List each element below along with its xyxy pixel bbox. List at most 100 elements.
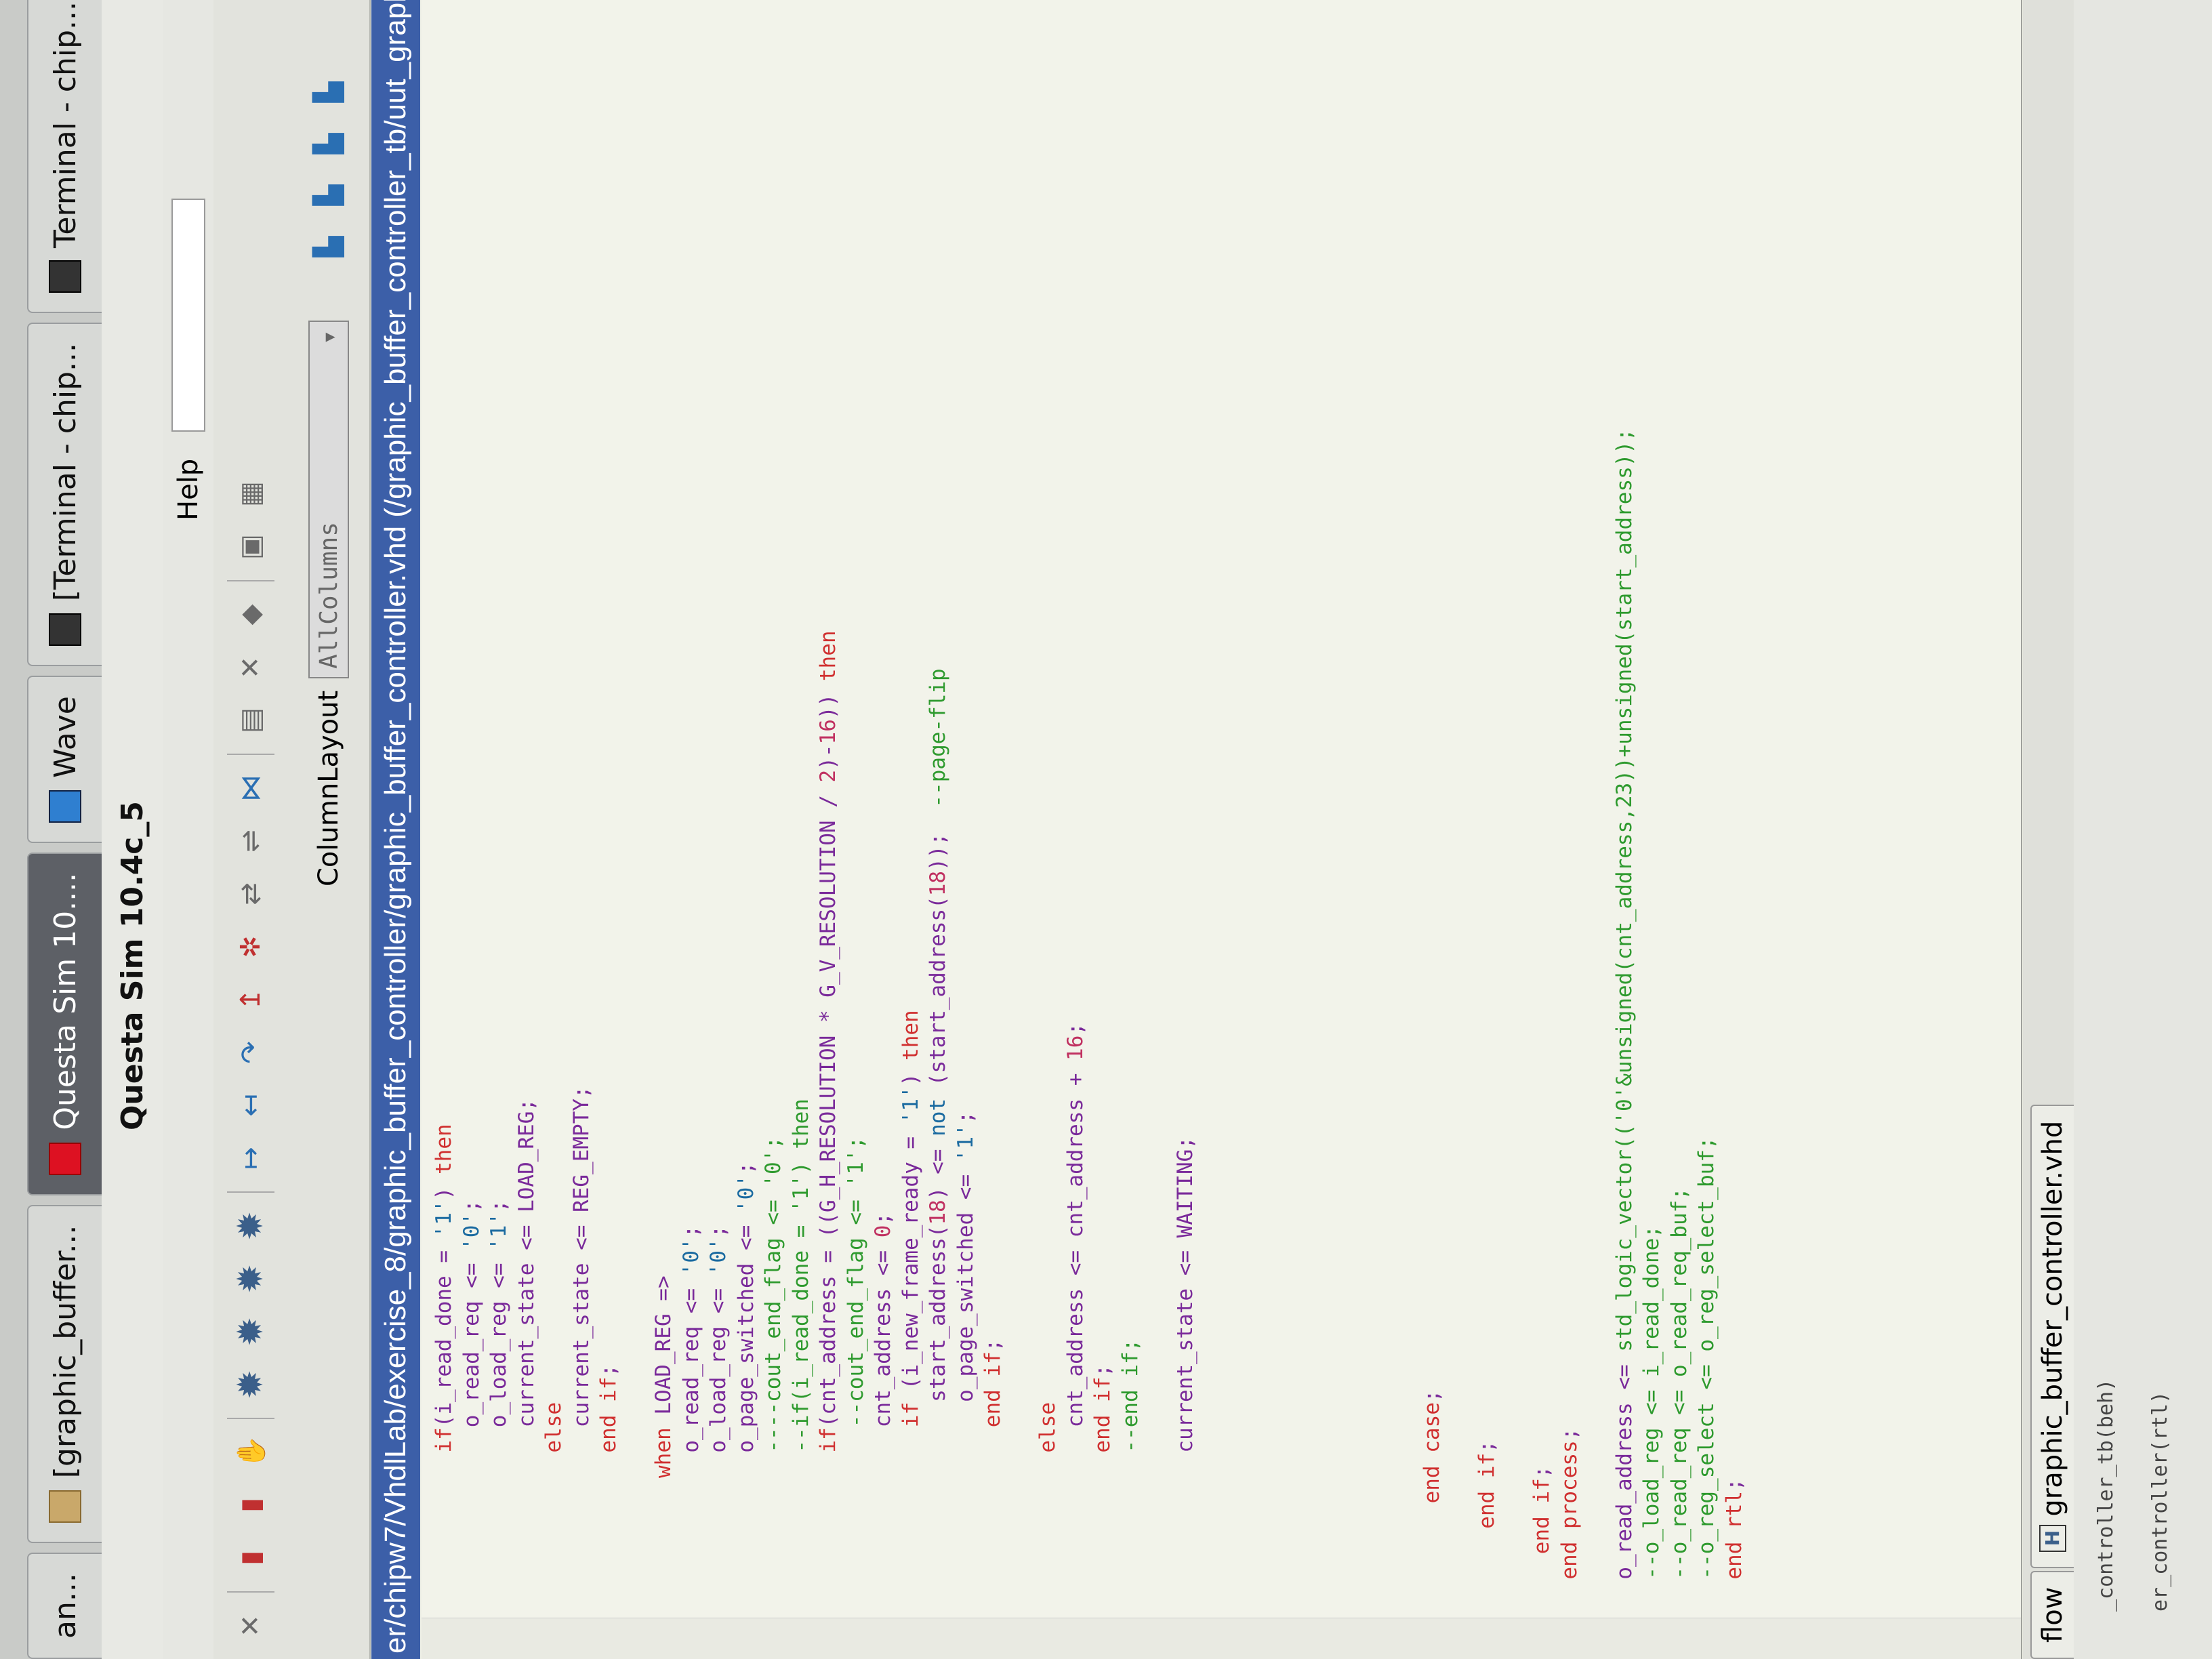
task-item-1[interactable]: [graphic_buffer... xyxy=(27,1204,102,1544)
gear-icon[interactable]: ✹ xyxy=(230,1365,271,1404)
gear-icon[interactable]: ✹ xyxy=(230,1206,271,1246)
code-token: end rtl xyxy=(1721,1490,1746,1580)
code-line: cnt_address <= cnt_address + 16; xyxy=(1063,1023,1088,1427)
grid-icon[interactable]: ▦ xyxy=(231,474,270,514)
code-line: end if; xyxy=(1529,1466,1555,1555)
code-token: o_load_reg <= xyxy=(706,1275,731,1453)
task-item-4[interactable]: [Terminal - chip... xyxy=(27,323,102,667)
code-token: end if xyxy=(1530,1478,1554,1555)
edit-icon[interactable]: ▤ xyxy=(231,701,270,740)
tab-bar: flow H graphic_buffer_controller.vhd xyxy=(2023,0,2074,1659)
code-token: end if xyxy=(1475,1452,1499,1529)
code-token: current_state <= REG_EMPTY; xyxy=(569,1086,594,1428)
code-token: 18 xyxy=(926,870,950,897)
code-token: then xyxy=(432,1124,456,1174)
code-line: if(i_read_done = '1') then xyxy=(431,1124,457,1452)
code-token: '0' xyxy=(706,1237,731,1276)
wave-add-icon[interactable]: ▙ xyxy=(309,176,348,215)
tab-label: graphic_buffer_controller.vhd xyxy=(2037,1120,2068,1517)
zoom-in-icon[interactable]: ⇌ xyxy=(231,821,270,861)
code-line: --cout_end_flag <= '1'; xyxy=(843,1136,869,1427)
gear-icon[interactable]: ✹ xyxy=(230,1259,271,1298)
task-item-3[interactable]: Wave xyxy=(27,676,102,843)
structure-pane: _controller_tb(beh) er_controller(rtl) xyxy=(2074,0,2212,1659)
menu-help[interactable]: Help xyxy=(173,459,204,520)
code-token: current_state <= WAITING; xyxy=(1172,1136,1197,1453)
rotated-screen: an... [graphic_buffer... Questa Sim 10..… xyxy=(0,0,2212,1659)
wave-add-icon[interactable]: ▙ xyxy=(309,227,348,266)
code-token: LOAD_REG => xyxy=(651,1275,676,1428)
gear-icon[interactable]: ✹ xyxy=(230,1312,271,1351)
list-item[interactable]: er_controller(rtl) xyxy=(2148,1391,2172,1612)
code-token: when xyxy=(651,1427,676,1478)
code-token: '1' xyxy=(432,1200,456,1238)
code-token: end process xyxy=(1557,1440,1582,1580)
code-token: ; xyxy=(981,1338,1005,1352)
collapse-icon[interactable]: ⋈ xyxy=(231,769,270,808)
code-token: current_state <= LOAD_REG; xyxy=(514,1098,539,1428)
code-token: '1' xyxy=(898,1086,923,1124)
wave-add-icon[interactable]: ▙ xyxy=(309,124,348,163)
zoom-icon[interactable]: ⇄ xyxy=(231,874,270,914)
code-token: )- xyxy=(816,744,840,770)
code-token: cnt_address <= cnt_address + xyxy=(1063,1060,1088,1428)
wave-add-icon[interactable]: ▙ xyxy=(309,73,348,112)
task-item-0[interactable]: an... xyxy=(27,1553,102,1659)
step-back-icon[interactable]: ↤ xyxy=(231,1086,270,1125)
step-icon[interactable]: ↦ xyxy=(231,1139,270,1178)
code-token: o_load_reg <= xyxy=(487,1250,511,1428)
code-line: end case; xyxy=(1419,1389,1445,1503)
code-token: end case xyxy=(1420,1402,1444,1504)
source-editor[interactable]: if(i_read_done = '1') then o_read_req <= … xyxy=(422,0,2022,1659)
code-token: (start_address( xyxy=(926,896,950,1099)
vhdl-file-icon: H xyxy=(2039,1524,2066,1552)
code-token: ) xyxy=(432,1174,456,1200)
code-token: start_address( xyxy=(926,1225,950,1402)
close-icon[interactable]: ✕ xyxy=(231,1606,270,1645)
list-item[interactable]: _controller_tb(beh) xyxy=(2094,1379,2118,1612)
task-item-2[interactable]: Questa Sim 10.... xyxy=(27,852,102,1195)
questa-icon xyxy=(49,1142,81,1175)
code-token: (i_read_done = xyxy=(432,1237,456,1428)
wave-icon xyxy=(49,790,81,823)
code-token: ; xyxy=(871,1212,895,1225)
step-out-icon[interactable]: ↥ xyxy=(231,980,270,1019)
tab-label: flow xyxy=(2037,1586,2068,1643)
terminal-icon xyxy=(49,613,81,647)
layout-select[interactable]: AllColumns ▾ xyxy=(308,320,349,678)
code-token: ; xyxy=(733,1162,758,1174)
bookmark-icon[interactable]: ◆ xyxy=(231,595,270,634)
code-line: o_load_reg <= '0'; xyxy=(705,1225,731,1453)
break-icon[interactable]: ✲ xyxy=(231,927,270,966)
layout-select-value: AllColumns xyxy=(314,522,343,669)
separator xyxy=(227,1591,274,1593)
chevron-down-icon: ▾ xyxy=(314,329,343,345)
code-token: )); xyxy=(926,807,950,871)
code-token: --page-flip xyxy=(926,668,950,808)
code-line: o_read_req <= '0'; xyxy=(459,1200,485,1427)
code-token: ; xyxy=(1063,1022,1088,1036)
code-token: ; xyxy=(1530,1465,1554,1479)
delete-icon[interactable]: ✕ xyxy=(231,648,270,687)
source-path-bar: er/chipw7/VhdlLab/exercise_8/graphic_buf… xyxy=(371,0,420,1659)
code-token: end if xyxy=(1090,1376,1115,1453)
find-input[interactable] xyxy=(171,198,205,432)
code-line: ----cout_end_flag <= '0'; xyxy=(760,1136,786,1453)
window-title: Questa Sim 10.4c_5 xyxy=(115,801,150,1130)
chart-icon[interactable]: ▮ xyxy=(231,1538,270,1578)
code-area[interactable]: if(i_read_done = '1') then o_read_req <= … xyxy=(422,0,2021,1659)
step-over-icon[interactable]: ↷ xyxy=(231,1033,270,1072)
code-token: else xyxy=(1036,1401,1060,1453)
code-token: then xyxy=(898,1010,923,1061)
task-item-5[interactable]: Terminal - chip... xyxy=(27,0,102,314)
code-token: end if xyxy=(596,1376,621,1453)
tab-flow[interactable]: flow xyxy=(2030,1570,2074,1659)
code-token: not xyxy=(926,1098,950,1136)
tab-source-file[interactable]: H graphic_buffer_controller.vhd xyxy=(2030,1104,2074,1568)
chart-icon[interactable]: ▮ xyxy=(231,1486,270,1525)
code-line: cnt_address <= 0; xyxy=(870,1212,896,1427)
toolbar: ✕ ▮ ▮ ✋ ✹ ✹ ✹ ✹ ↦ ↤ ↷ ↥ ✲ ⇄ ⇌ ⋈ ▤ ✕ ◆ ▣ … xyxy=(213,0,289,1659)
code-line: --o_load_reg <= i_read_done; xyxy=(1639,1225,1664,1580)
page-icon[interactable]: ▣ xyxy=(231,527,270,567)
hand-icon[interactable]: ✋ xyxy=(231,1433,270,1472)
